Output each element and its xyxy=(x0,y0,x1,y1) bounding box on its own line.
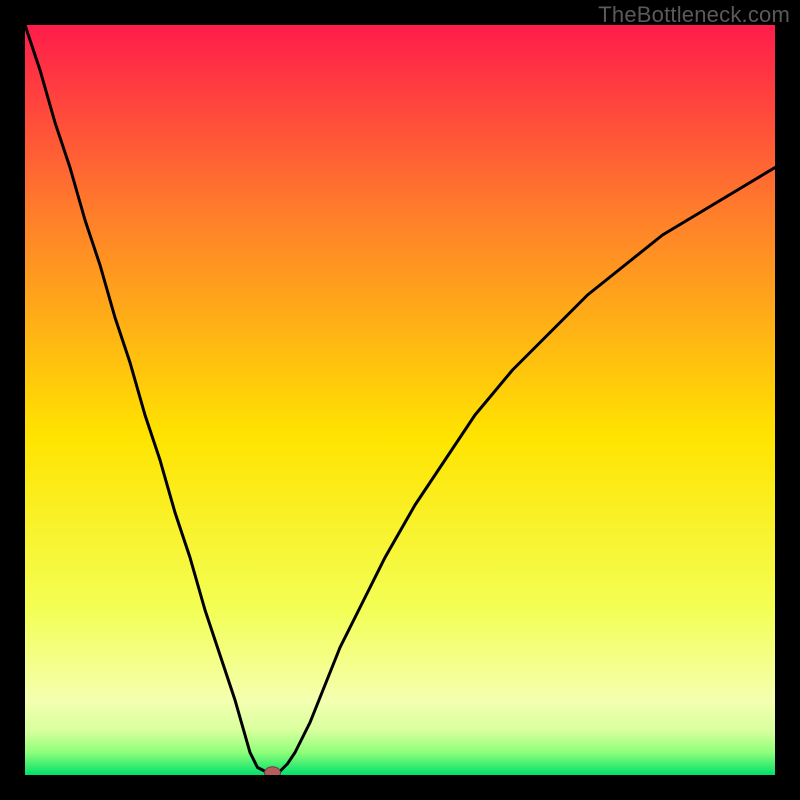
chart-frame: TheBottleneck.com xyxy=(0,0,800,800)
plot-area xyxy=(25,25,775,775)
optimal-point-marker xyxy=(265,767,281,775)
chart-svg xyxy=(25,25,775,775)
gradient-background xyxy=(25,25,775,775)
